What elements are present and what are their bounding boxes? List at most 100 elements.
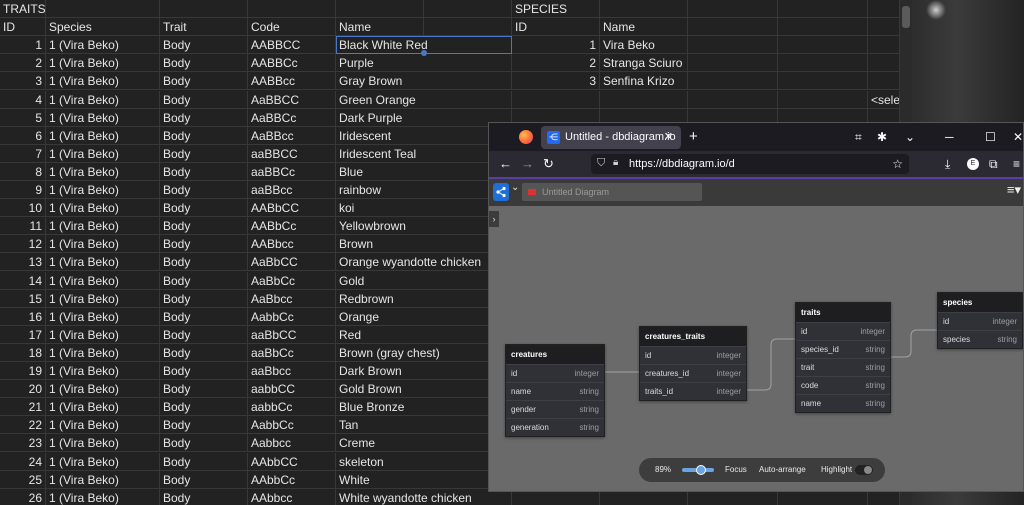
close-icon[interactable]: ✕: [1013, 123, 1023, 151]
traits-cell[interactable]: Body: [160, 181, 248, 199]
species-cell[interactable]: Senfina Krizo: [600, 72, 688, 91]
traits-cell[interactable]: 20: [0, 380, 46, 399]
extensions-icon[interactable]: ⧉: [989, 156, 998, 172]
hamburger-menu-icon[interactable]: ≡▾: [1007, 182, 1021, 198]
traits-cell[interactable]: White wyandotte chicken: [336, 488, 512, 505]
table-field[interactable]: gender string: [506, 400, 604, 418]
traits-cell[interactable]: Body: [160, 398, 248, 417]
new-tab-button[interactable]: +: [689, 123, 698, 151]
account-icon[interactable]: E: [967, 158, 979, 170]
table-creatures[interactable]: creatures id integer name string gender string…: [505, 344, 605, 437]
traits-cell[interactable]: 17: [0, 325, 46, 344]
traits-cell[interactable]: Body: [160, 144, 248, 163]
lock-icon[interactable]: 🔒︎: [613, 157, 618, 168]
traits-cell[interactable]: Brown: [336, 235, 512, 254]
traits-cell[interactable]: Blue Bronze: [336, 398, 512, 417]
traits-cell[interactable]: AAbbcc: [248, 488, 336, 505]
traits-cell[interactable]: AabbCc: [248, 416, 336, 435]
traits-cell[interactable]: Creme: [336, 434, 512, 453]
empty-cell[interactable]: [160, 0, 248, 18]
traits-cell[interactable]: 4: [0, 90, 46, 109]
traits-cell[interactable]: 7: [0, 144, 46, 163]
traits-cell[interactable]: 19: [0, 362, 46, 380]
traits-cell[interactable]: Body: [160, 253, 248, 272]
traits-cell[interactable]: 14: [0, 271, 46, 290]
traits-cell[interactable]: AaBbCC: [248, 253, 336, 272]
traits-cell[interactable]: Body: [160, 434, 248, 453]
table-field[interactable]: traits_id integer: [640, 382, 746, 400]
traits-cell[interactable]: Body: [160, 90, 248, 109]
address-bar[interactable]: ⛉ 🔒︎ https://dbdiagram.io/d ☆: [591, 154, 909, 174]
highlight-toggle[interactable]: [855, 465, 873, 475]
traits-cell[interactable]: Body: [160, 72, 248, 91]
species-cell[interactable]: 3: [512, 72, 600, 91]
traits-cell[interactable]: aabbCC: [248, 380, 336, 399]
empty-cell[interactable]: [512, 90, 600, 109]
table-field[interactable]: code string: [796, 376, 890, 394]
traits-cell[interactable]: AaBBCc: [248, 108, 336, 127]
table-creatures-traits[interactable]: creatures_traits id integer creatures_id int…: [639, 326, 747, 401]
table-field[interactable]: generation string: [506, 418, 604, 436]
traits-cell[interactable]: 16: [0, 307, 46, 326]
traits-cell[interactable]: 1 (Vira Beko): [46, 253, 160, 272]
traits-cell[interactable]: AABBCC: [248, 36, 336, 55]
empty-cell[interactable]: [424, 18, 512, 37]
traits-cell[interactable]: Body: [160, 235, 248, 254]
empty-cell[interactable]: [248, 0, 336, 18]
traits-cell[interactable]: skeleton: [336, 452, 512, 471]
diagram-canvas[interactable]: › creatures id integer name string gender stri…: [489, 206, 1023, 491]
traits-cell[interactable]: 1 (Vira Beko): [46, 144, 160, 163]
minimize-icon[interactable]: ─: [945, 123, 954, 151]
traits-cell[interactable]: Body: [160, 162, 248, 181]
traits-cell[interactable]: 1 (Vira Beko): [46, 235, 160, 254]
traits-cell[interactable]: Blue: [336, 162, 512, 181]
tab-close-button[interactable]: ✕: [664, 126, 673, 149]
empty-cell[interactable]: [336, 0, 424, 18]
traits-cell[interactable]: 8: [0, 162, 46, 181]
traits-cell[interactable]: Iridescent: [336, 126, 512, 145]
empty-cell[interactable]: [688, 72, 778, 91]
traits-cell[interactable]: Dark Brown: [336, 362, 512, 380]
traits-cell[interactable]: 1 (Vira Beko): [46, 108, 160, 127]
traits-cell[interactable]: 1 (Vira Beko): [46, 488, 160, 505]
maximize-icon[interactable]: ☐: [985, 123, 996, 151]
empty-cell[interactable]: [778, 54, 868, 73]
traits-cell[interactable]: 11: [0, 217, 46, 236]
shield-icon[interactable]: ⛉: [597, 157, 605, 170]
traits-cell[interactable]: 1 (Vira Beko): [46, 380, 160, 399]
table-field[interactable]: id integer: [796, 322, 890, 340]
traits-cell[interactable]: Gray Brown: [336, 72, 512, 91]
traits-cell[interactable]: aaBBCc: [248, 162, 336, 181]
traits-cell[interactable]: 1 (Vira Beko): [46, 199, 160, 218]
empty-cell[interactable]: [868, 0, 900, 18]
traits-cell[interactable]: Body: [160, 362, 248, 380]
empty-cell[interactable]: [424, 0, 512, 18]
traits-cell[interactable]: 1 (Vira Beko): [46, 271, 160, 290]
species-header-cell[interactable]: SPECIES: [512, 0, 600, 18]
traits-cell[interactable]: 1 (Vira Beko): [46, 434, 160, 453]
traits-cell[interactable]: Body: [160, 416, 248, 435]
traits-cell[interactable]: 1 (Vira Beko): [46, 36, 160, 55]
empty-cell[interactable]: [778, 18, 868, 37]
traits-cell[interactable]: 10: [0, 199, 46, 218]
traits-cell[interactable]: 1 (Vira Beko): [46, 452, 160, 471]
pin-icon[interactable]: ✱: [877, 123, 887, 151]
empty-cell[interactable]: [778, 72, 868, 91]
zoom-slider-handle[interactable]: [696, 465, 707, 475]
traits-cell[interactable]: Body: [160, 289, 248, 308]
relation-creatures-traits-traits[interactable]: [747, 338, 795, 391]
table-field[interactable]: trait string: [796, 358, 890, 376]
table-header[interactable]: creatures: [506, 345, 604, 364]
traits-cell[interactable]: Orange: [336, 307, 512, 326]
empty-cell[interactable]: [688, 36, 778, 55]
traits-cell[interactable]: Purple: [336, 54, 512, 73]
traits-cell[interactable]: aaBbcc: [248, 362, 336, 380]
url-text[interactable]: https://dbdiagram.io/d: [629, 154, 735, 174]
species-cell[interactable]: 1: [512, 36, 600, 55]
species-cell[interactable]: Stranga Sciuro: [600, 54, 688, 73]
species-cell[interactable]: Vira Beko: [600, 36, 688, 55]
species-column-header[interactable]: ID: [512, 18, 600, 37]
traits-cell[interactable]: Gold: [336, 271, 512, 290]
empty-cell[interactable]: [778, 36, 868, 55]
table-header[interactable]: traits: [796, 303, 890, 322]
